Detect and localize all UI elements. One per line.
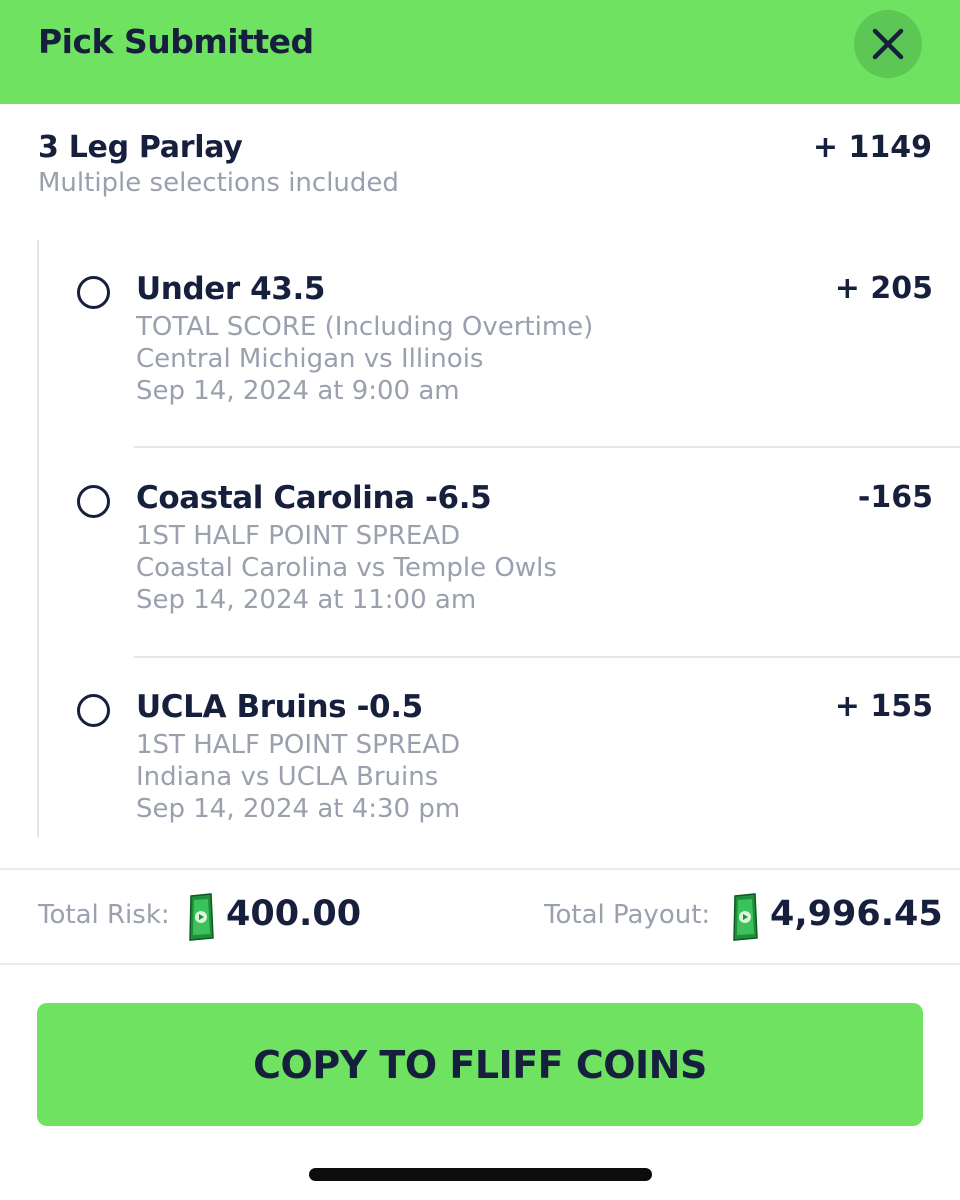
leg-divider: [134, 446, 960, 448]
leg-item: Under 43.5 + 205 TOTAL SCORE (Including …: [0, 271, 960, 486]
leg-odds: -165: [857, 480, 933, 515]
totals-divider-bottom: [0, 963, 960, 965]
leg-item: Coastal Carolina -6.5 -165 1ST HALF POIN…: [0, 480, 960, 695]
home-indicator[interactable]: [309, 1168, 652, 1181]
cash-coin-icon: [733, 893, 758, 941]
parlay-title: 3 Leg Parlay: [38, 130, 243, 165]
leg-radio[interactable]: [77, 485, 110, 518]
parlay-odds: + 1149: [812, 130, 932, 165]
leg-selection: Under 43.5: [136, 271, 326, 307]
total-risk-value: 400.00: [226, 894, 362, 934]
copy-button-label: COPY TO FLIFF COINS: [253, 1042, 707, 1087]
leg-odds: + 205: [834, 271, 933, 306]
header-bar: Pick Submitted: [0, 0, 960, 104]
leg-item: UCLA Bruins -0.5 + 155 1ST HALF POINT SP…: [0, 689, 960, 904]
leg-matchup: Indiana vs UCLA Bruins: [136, 762, 439, 792]
cash-coin-icon: [189, 893, 214, 941]
leg-datetime: Sep 14, 2024 at 4:30 pm: [136, 794, 461, 824]
total-payout-label: Total Payout:: [544, 900, 711, 930]
leg-datetime: Sep 14, 2024 at 9:00 am: [136, 376, 460, 406]
page-title: Pick Submitted: [38, 22, 314, 61]
total-risk-label: Total Risk:: [38, 900, 170, 930]
parlay-subtitle: Multiple selections included: [38, 168, 399, 198]
leg-radio[interactable]: [77, 694, 110, 727]
leg-market: 1ST HALF POINT SPREAD: [136, 730, 461, 760]
leg-datetime: Sep 14, 2024 at 11:00 am: [136, 585, 477, 615]
leg-matchup: Central Michigan vs Illinois: [136, 344, 484, 374]
leg-market: TOTAL SCORE (Including Overtime): [136, 312, 594, 342]
pick-submitted-sheet: Pick Submitted 3 Leg Parlay Multiple sel…: [0, 0, 960, 1200]
leg-market: 1ST HALF POINT SPREAD: [136, 521, 461, 551]
leg-radio[interactable]: [77, 276, 110, 309]
leg-selection: UCLA Bruins -0.5: [136, 689, 423, 725]
totals-divider-top: [0, 868, 960, 870]
leg-selection: Coastal Carolina -6.5: [136, 480, 492, 516]
total-payout-value: 4,996.45: [770, 894, 943, 934]
copy-to-fliff-coins-button[interactable]: COPY TO FLIFF COINS: [37, 1003, 923, 1126]
close-button[interactable]: [854, 10, 922, 78]
leg-odds: + 155: [834, 689, 933, 724]
close-icon: [872, 28, 904, 60]
leg-divider: [134, 656, 960, 658]
leg-matchup: Coastal Carolina vs Temple Owls: [136, 553, 557, 583]
